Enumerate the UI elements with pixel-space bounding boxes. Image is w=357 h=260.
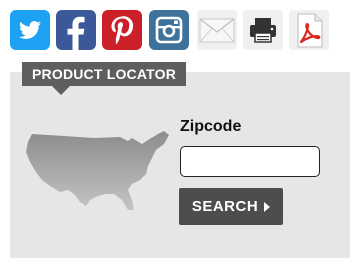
print-button[interactable] [243, 10, 283, 50]
product-locator-panel: Zipcode SEARCH [10, 72, 350, 258]
facebook-icon [56, 10, 96, 50]
instagram-share-button[interactable] [149, 10, 189, 50]
product-locator-tab: PRODUCT LOCATOR [22, 62, 187, 86]
zipcode-input[interactable] [180, 146, 320, 177]
us-map-icon [26, 131, 169, 210]
twitter-share-button[interactable] [10, 10, 50, 50]
pinterest-share-button[interactable] [102, 10, 142, 50]
email-icon [197, 10, 237, 50]
email-share-button[interactable] [197, 10, 237, 50]
pdf-icon [289, 10, 329, 50]
zipcode-label: Zipcode [180, 118, 242, 135]
pdf-button[interactable] [289, 10, 329, 50]
chevron-right-icon [264, 201, 271, 212]
search-button-label: SEARCH [191, 198, 259, 215]
tab-pointer-arrow [52, 86, 70, 95]
twitter-icon [10, 10, 50, 50]
search-button[interactable]: SEARCH [179, 188, 283, 225]
pinterest-icon [102, 10, 142, 50]
share-bar [0, 0, 357, 60]
facebook-share-button[interactable] [56, 10, 96, 50]
instagram-icon [149, 10, 189, 50]
print-icon [243, 10, 283, 50]
